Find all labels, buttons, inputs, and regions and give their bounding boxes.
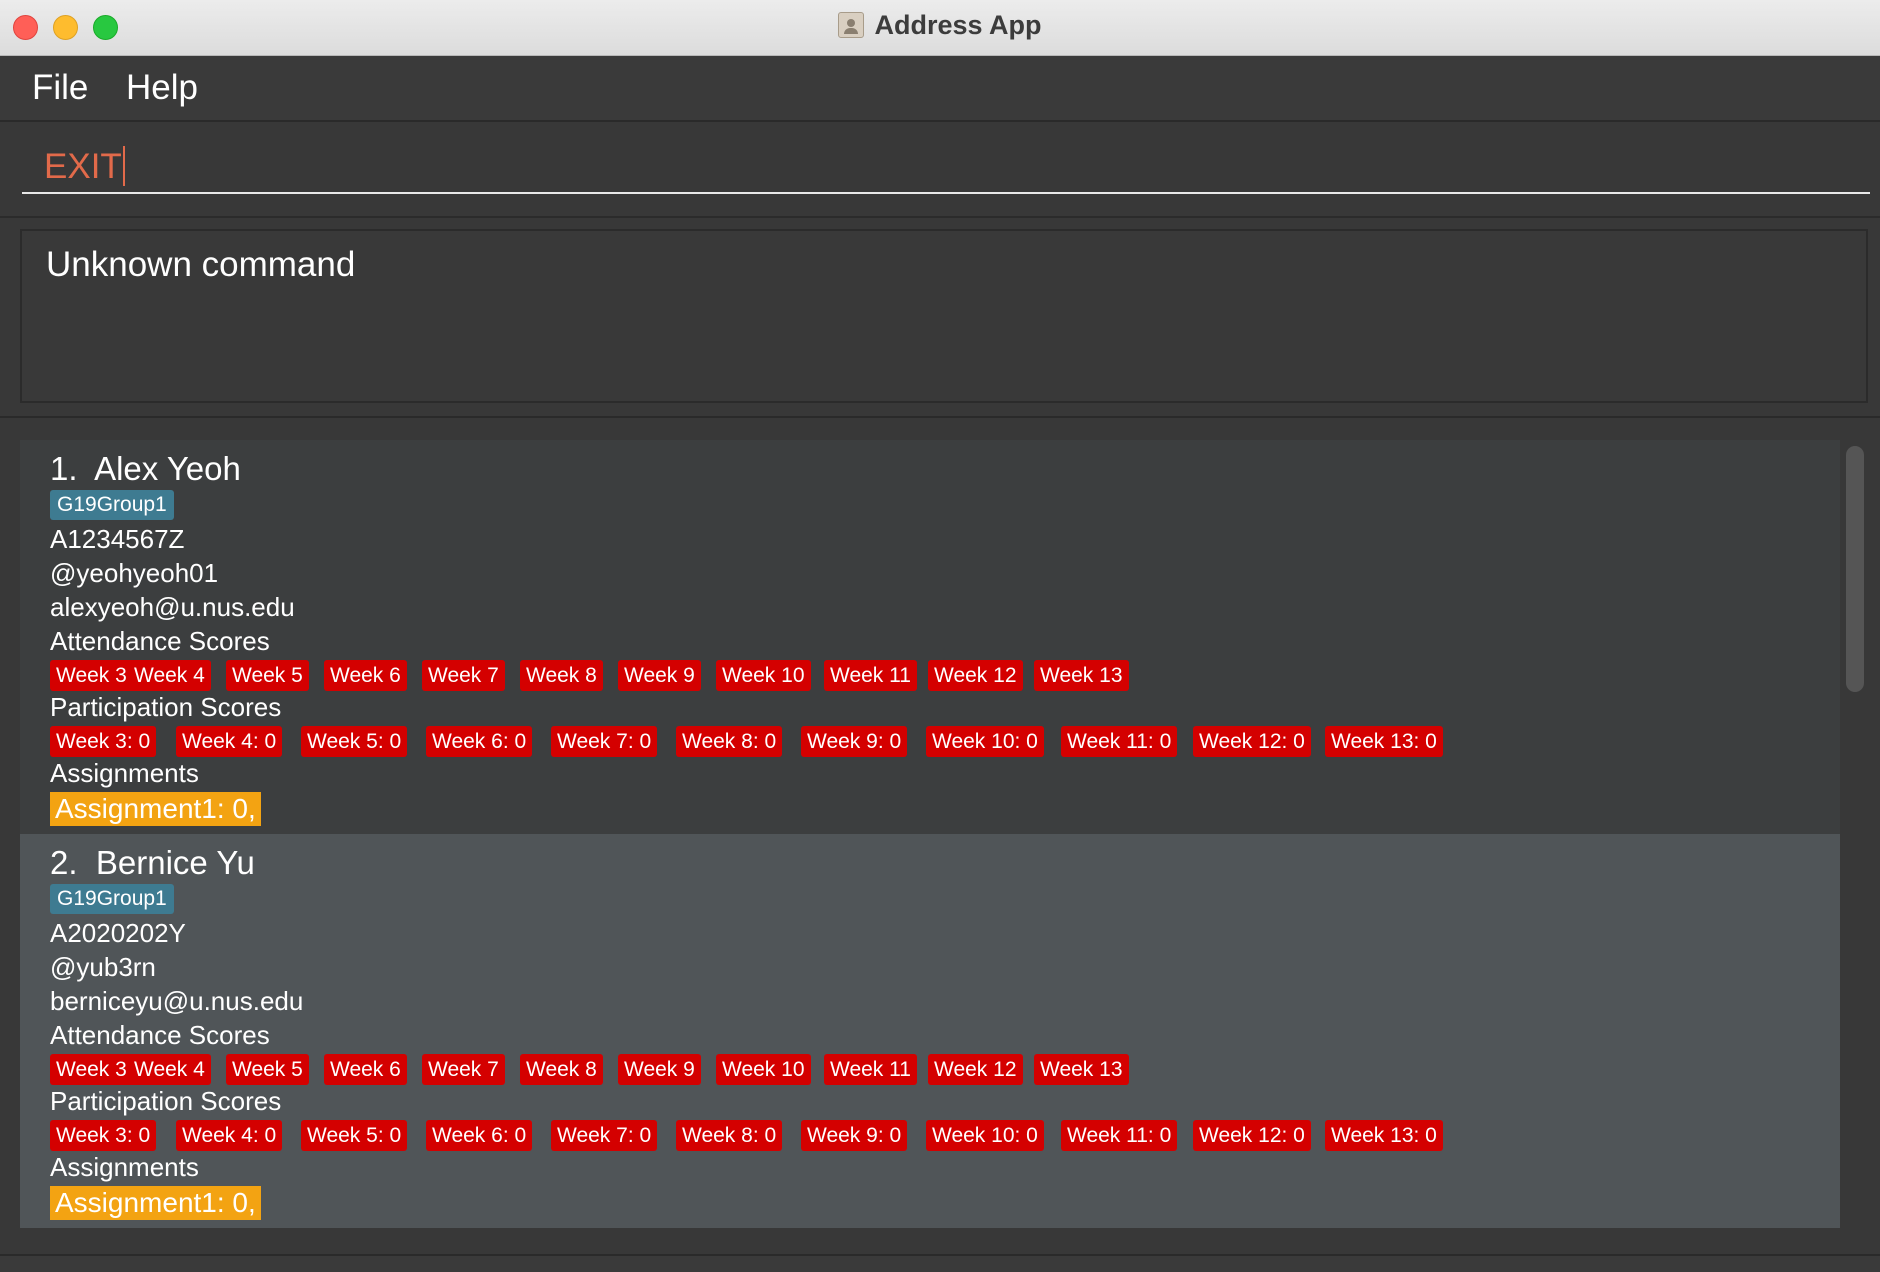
result-display: Unknown command: [20, 229, 1868, 403]
assignments-label: Assignments: [50, 1152, 199, 1182]
participation-tag: Week 5: 0: [301, 1120, 408, 1151]
participation-tag: Week 13: 0: [1325, 1120, 1443, 1151]
menu-file[interactable]: File: [32, 68, 88, 108]
telegram-handle: @yub3rn: [50, 952, 156, 982]
participation-tag: Week 8: 0: [676, 726, 783, 757]
window-title-text: Address App: [874, 10, 1042, 40]
attendance-tag: Week 10: [716, 1054, 811, 1085]
attendance-tag: Week 8: [520, 660, 603, 691]
participation-tag: Week 11: 0: [1061, 1120, 1178, 1151]
person-name: 1. Alex Yeoh: [50, 450, 241, 488]
assignment-tag: Assignment1: 0,: [50, 792, 261, 826]
participation-tag: Week 10: 0: [926, 726, 1044, 757]
text-caret: [122, 146, 125, 186]
attendance-tag: Week 12: [928, 1054, 1023, 1085]
participation-tag: Week 4: 0: [176, 726, 283, 757]
attendance-tag: Week 11: [824, 1054, 917, 1085]
participation-tag: Week 9: 0: [801, 726, 908, 757]
participation-tag: Week 3: 0: [50, 726, 157, 757]
attendance-tag: Week 10: [716, 660, 811, 691]
participation-tag: Week 13: 0: [1325, 726, 1443, 757]
group-tag: G19Group1: [50, 884, 174, 914]
attendance-tag: Week 7: [422, 1054, 505, 1085]
attendance-tag: Week 6: [324, 660, 407, 691]
telegram-handle: @yeohyeoh01: [50, 558, 219, 588]
attendance-tag: Week 4: [128, 660, 211, 691]
command-input[interactable]: EXIT: [22, 138, 1870, 194]
attendance-tag: Week 13: [1034, 660, 1129, 691]
participation-tag: Week 9: 0: [801, 1120, 908, 1151]
email: alexyeoh@u.nus.edu: [50, 592, 295, 622]
person-index: 2.: [50, 844, 78, 881]
attendance-tag: Week 6: [324, 1054, 407, 1085]
participation-tag: Week 4: 0: [176, 1120, 283, 1151]
list-scrollbar[interactable]: [1844, 440, 1866, 1260]
attendance-tag: Week 5: [226, 660, 309, 691]
participation-tag: Week 12: 0: [1193, 1120, 1311, 1151]
person-card[interactable]: 2. Bernice Yu G19Group1 A2020202Y @yub3rn be…: [20, 834, 1840, 1228]
person-list[interactable]: 1. Alex Yeoh G19Group1 A1234567Z @yeohyeoh0…: [0, 416, 1880, 1272]
address-app-window: Address App File Help EXIT Unknown comma…: [0, 0, 1880, 1272]
participation-tag: Week 6: 0: [426, 726, 533, 757]
group-tag: G19Group1: [50, 490, 174, 520]
attendance-label: Attendance Scores: [50, 1020, 270, 1050]
attendance-tag: Week 11: [824, 660, 917, 691]
attendance-tag: Week 3: [50, 1054, 133, 1085]
assignments-label: Assignments: [50, 758, 199, 788]
participation-label: Participation Scores: [50, 1086, 282, 1116]
participation-tag: Week 7: 0: [551, 726, 658, 757]
participation-tag: Week 8: 0: [676, 1120, 783, 1151]
attendance-tag: Week 9: [618, 660, 701, 691]
participation-tag: Week 6: 0: [426, 1120, 533, 1151]
attendance-label: Attendance Scores: [50, 626, 270, 656]
attendance-tag: Week 8: [520, 1054, 603, 1085]
participation-tag: Week 11: 0: [1061, 726, 1178, 757]
participation-tag: Week 12: 0: [1193, 726, 1311, 757]
assignment-tag: Assignment1: 0,: [50, 1186, 261, 1220]
command-box-area: EXIT: [0, 122, 1880, 218]
title-bar: Address App: [0, 0, 1880, 56]
student-id: A1234567Z: [50, 524, 185, 554]
attendance-tag: Week 3: [50, 660, 133, 691]
email: berniceyu@u.nus.edu: [50, 986, 304, 1016]
participation-tag: Week 5: 0: [301, 726, 408, 757]
participation-tag: Week 3: 0: [50, 1120, 157, 1151]
participation-tag: Week 10: 0: [926, 1120, 1044, 1151]
attendance-tag: Week 5: [226, 1054, 309, 1085]
person-name-text: Alex Yeoh: [94, 450, 241, 487]
result-message: Unknown command: [46, 245, 356, 284]
participation-tag: Week 7: 0: [551, 1120, 658, 1151]
menu-bar: File Help: [0, 56, 1880, 122]
student-id: A2020202Y: [50, 918, 186, 948]
participation-label: Participation Scores: [50, 692, 282, 722]
address-book-icon: [838, 12, 865, 38]
menu-help[interactable]: Help: [126, 68, 198, 108]
person-index: 1.: [50, 450, 78, 487]
attendance-tag: Week 13: [1034, 1054, 1129, 1085]
attendance-tag: Week 12: [928, 660, 1023, 691]
command-input-value: EXIT: [44, 147, 122, 186]
person-name: 2. Bernice Yu: [50, 844, 255, 882]
window-title: Address App: [0, 10, 1880, 41]
attendance-tag: Week 9: [618, 1054, 701, 1085]
person-card[interactable]: 1. Alex Yeoh G19Group1 A1234567Z @yeohyeoh0…: [20, 440, 1840, 834]
attendance-tag: Week 4: [128, 1054, 211, 1085]
attendance-tag: Week 7: [422, 660, 505, 691]
scrollbar-thumb[interactable]: [1846, 446, 1864, 692]
status-bar: [0, 1254, 1880, 1272]
person-name-text: Bernice Yu: [95, 844, 255, 881]
